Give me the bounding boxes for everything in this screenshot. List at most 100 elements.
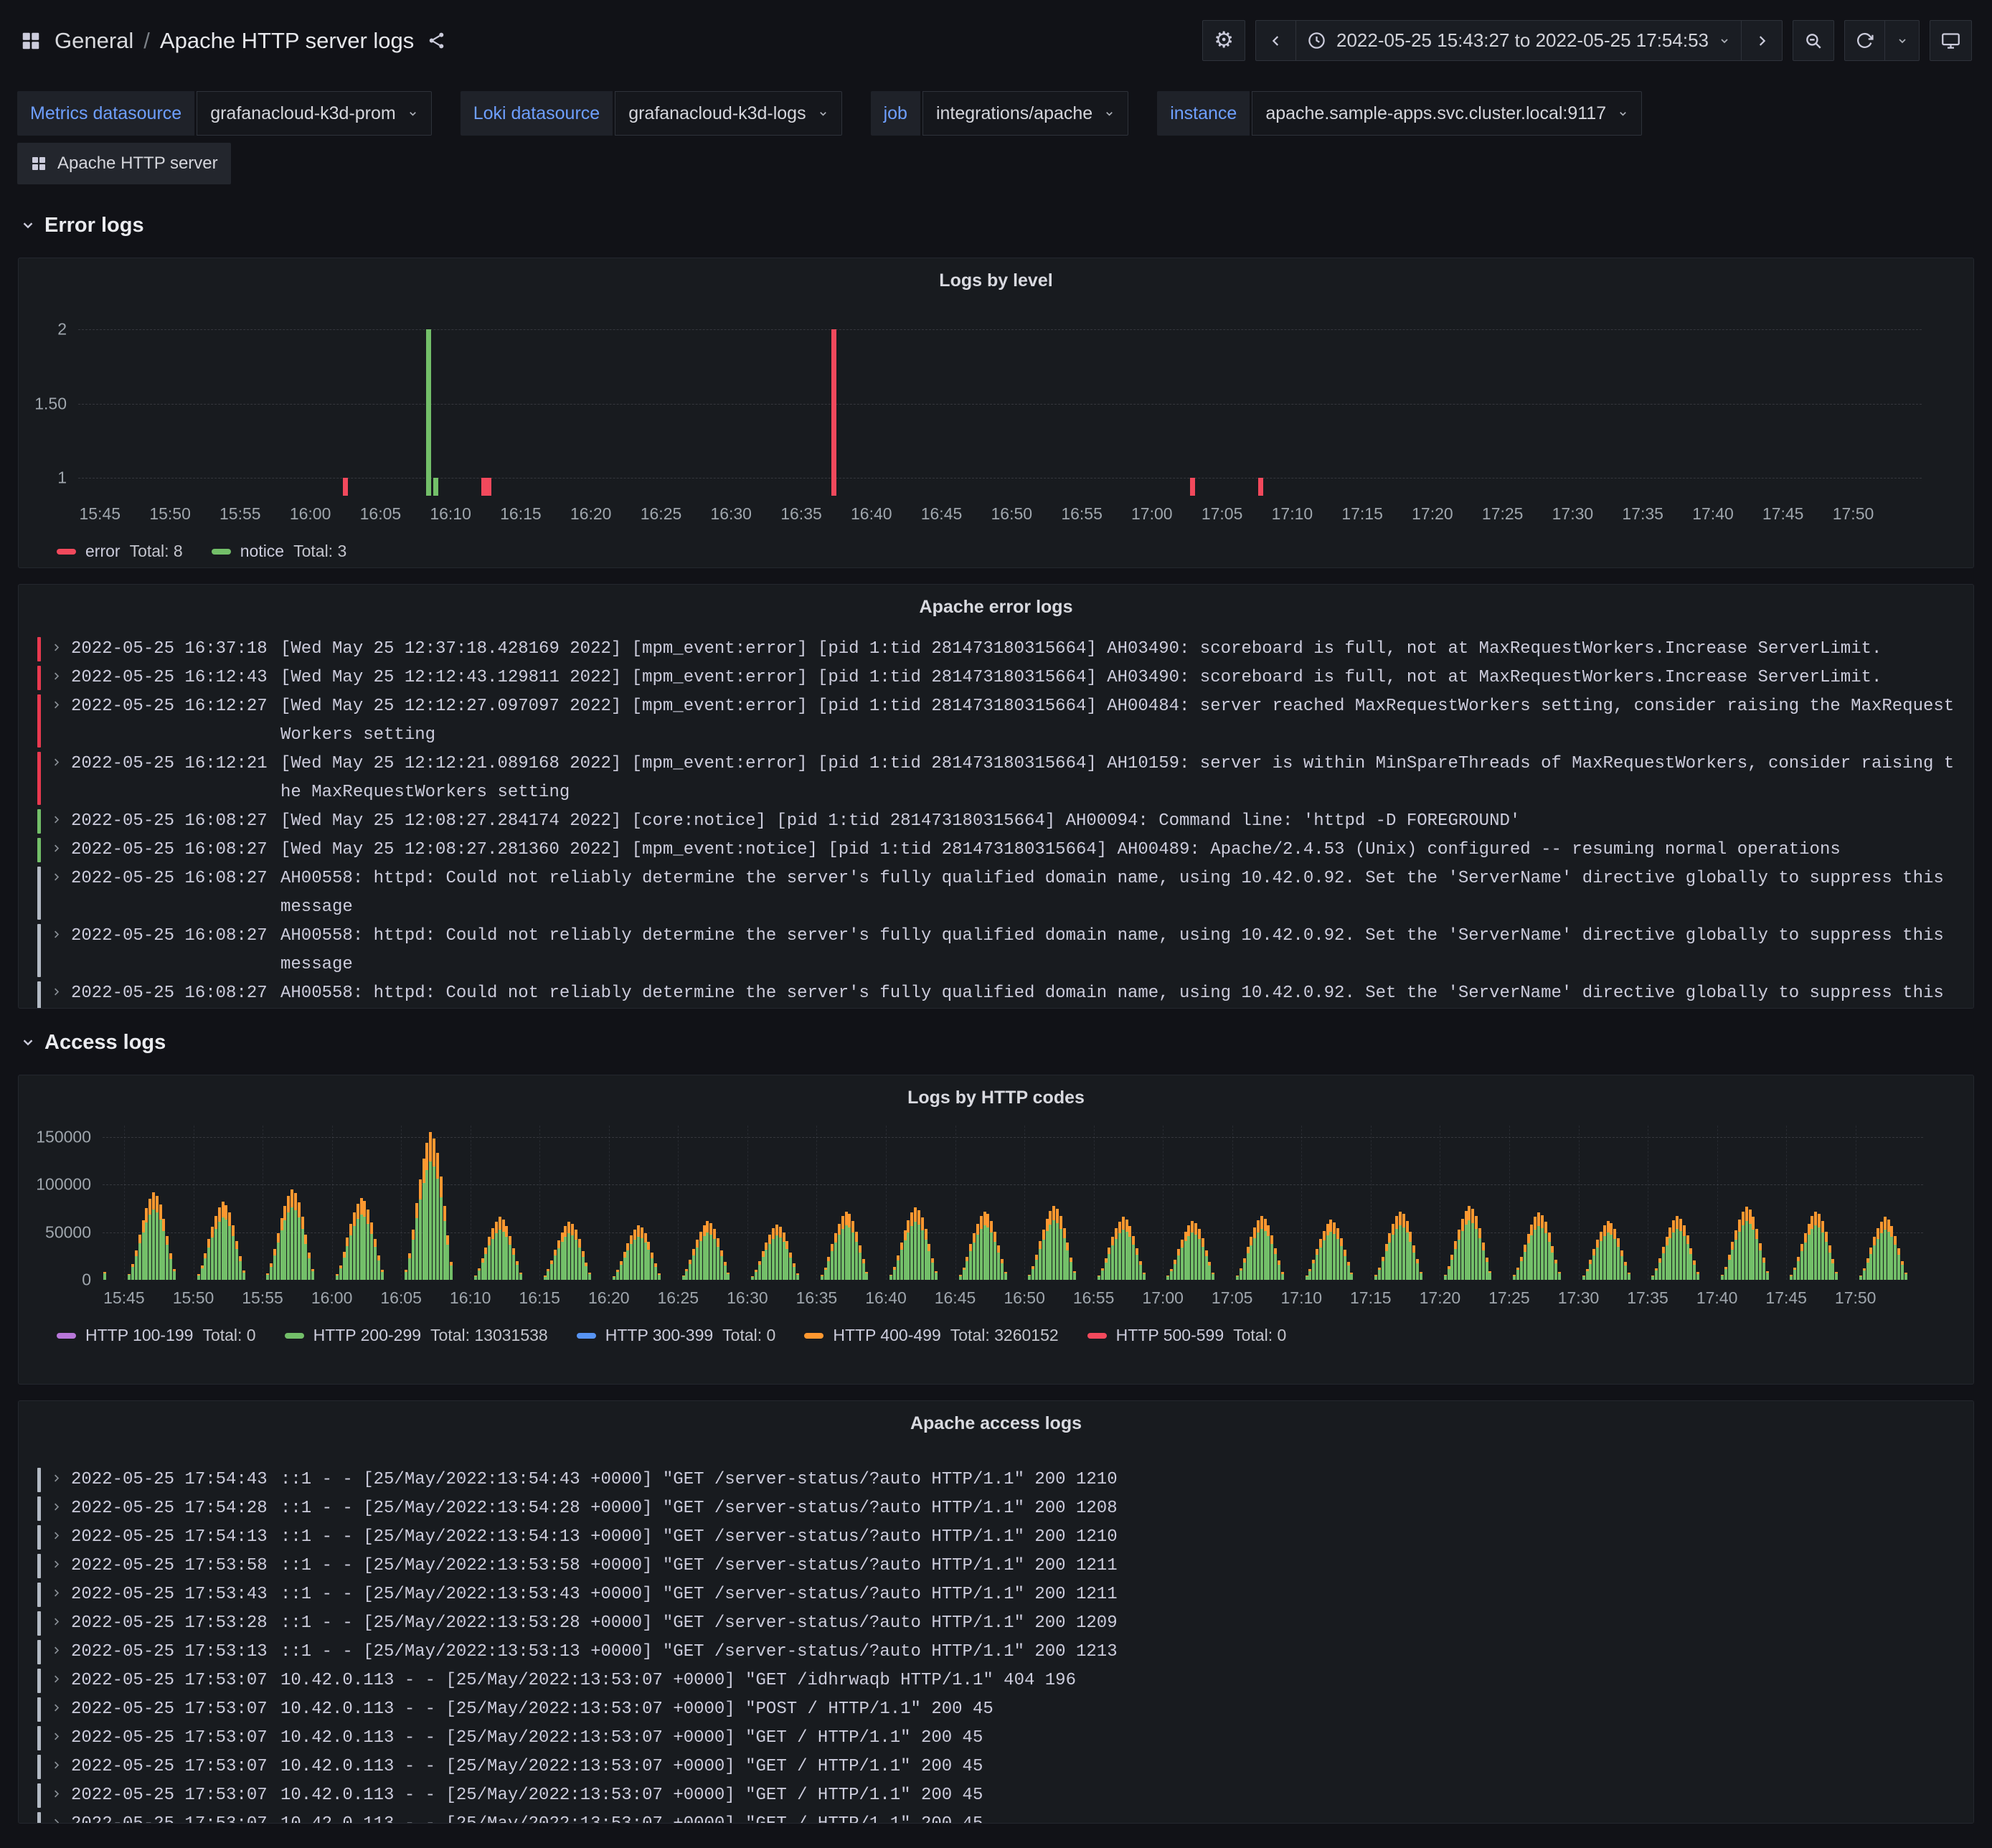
log-row[interactable]: 2022-05-25 16:08:27[Wed May 25 12:08:27.… [37,836,1959,864]
log-row[interactable]: 2022-05-25 17:54:13::1 - - [25/May/2022:… [37,1523,1959,1552]
dashboard-link-label: Apache HTTP server [57,154,218,174]
legend-item[interactable]: HTTP 500-599Total: 0 [1087,1326,1287,1345]
log-expand-icon[interactable] [41,750,71,807]
section-access-logs[interactable]: Access logs [0,1026,1992,1059]
log-row[interactable]: 2022-05-25 16:08:27[Wed May 25 12:08:27.… [37,807,1959,836]
chart-bar-2xx [211,1238,214,1280]
time-range-picker-button[interactable]: 2022-05-25 15:43:27 to 2022-05-25 17:54:… [1296,20,1742,61]
section-error-logs[interactable]: Error logs [0,209,1992,242]
filter-metrics-datasource-select[interactable]: grafanacloud-k3d-prom [197,91,431,136]
log-expand-icon[interactable] [41,1666,71,1695]
legend-item[interactable]: errorTotal: 8 [57,542,183,561]
chart-bar-2xx [1132,1245,1135,1280]
chart-bar-4xx [1721,1275,1724,1276]
chart-bar-4xx [152,1192,155,1210]
log-expand-icon[interactable] [41,1494,71,1523]
log-expand-icon[interactable] [41,1466,71,1494]
log-expand-icon[interactable] [41,979,71,1009]
filter-loki-datasource-select[interactable]: grafanacloud-k3d-logs [615,91,841,136]
chart-bar-4xx [353,1212,356,1226]
log-expand-icon[interactable] [41,1552,71,1580]
chart-bar-4xx [1734,1230,1737,1240]
chart-bar-2xx [1350,1274,1353,1280]
share-icon[interactable] [427,31,446,50]
chart-bar-2xx [1212,1274,1214,1280]
log-expand-icon[interactable] [41,1609,71,1638]
log-row[interactable]: 2022-05-25 17:53:0710.42.0.113 - - [25/M… [37,1666,1959,1695]
chart-bar-4xx [1046,1219,1049,1231]
log-expand-icon[interactable] [41,664,71,692]
refresh-interval-caret-button[interactable] [1885,20,1920,61]
chart-bar-4xx [159,1204,162,1220]
log-timestamp: 2022-05-25 17:53:58 [71,1552,280,1580]
chart-bar-4xx [1340,1238,1343,1247]
legend-item[interactable]: HTTP 400-499Total: 3260152 [804,1326,1058,1345]
time-range-forward-button[interactable] [1742,20,1783,61]
log-row[interactable]: 2022-05-25 17:53:43::1 - - [25/May/2022:… [37,1580,1959,1609]
breadcrumb-folder[interactable]: General [55,28,133,54]
chart-bar-4xx [1454,1241,1457,1249]
log-row[interactable]: 2022-05-25 16:37:18[Wed May 25 12:37:18.… [37,635,1959,664]
log-expand-icon[interactable] [41,1781,71,1810]
log-row[interactable]: 2022-05-25 16:08:27AH00558: httpd: Could… [37,864,1959,922]
legend-item[interactable]: HTTP 100-199Total: 0 [57,1326,256,1345]
chart-bar-4xx [1350,1273,1353,1274]
log-row[interactable]: 2022-05-25 17:54:43::1 - - [25/May/2022:… [37,1466,1959,1494]
dashboard-settings-button[interactable]: ⚙ [1202,20,1245,61]
log-expand-icon[interactable] [41,864,71,922]
chart-bar-2xx [450,1265,453,1280]
log-expand-icon[interactable] [41,1724,71,1753]
chart-bar-4xx [1738,1220,1741,1232]
log-expand-icon[interactable] [41,1638,71,1666]
log-expand-icon[interactable] [41,807,71,836]
kiosk-mode-button[interactable] [1930,20,1972,61]
chart-bar-2xx [1056,1223,1059,1281]
log-expand-icon[interactable] [41,1810,71,1824]
x-tick-label: 17:05 [1212,1288,1253,1308]
log-expand-icon[interactable] [41,692,71,750]
log-row[interactable]: 2022-05-25 17:53:13::1 - - [25/May/2022:… [37,1638,1959,1666]
legend-item[interactable]: HTTP 300-399Total: 0 [577,1326,776,1345]
log-expand-icon[interactable] [41,1695,71,1724]
log-row[interactable]: 2022-05-25 17:53:58::1 - - [25/May/2022:… [37,1552,1959,1580]
log-row[interactable]: 2022-05-25 17:53:0710.42.0.113 - - [25/M… [37,1695,1959,1724]
filter-job-select[interactable]: integrations/apache [922,91,1128,136]
y-tick-label: 1.50 [34,394,67,413]
filter-instance-select[interactable]: apache.sample-apps.svc.cluster.local:911… [1252,91,1642,136]
x-tick-label: 16:20 [570,504,612,524]
log-row[interactable]: 2022-05-25 17:53:0710.42.0.113 - - [25/M… [37,1753,1959,1781]
chart-bar-4xx [173,1269,176,1271]
log-expand-icon[interactable] [41,1580,71,1609]
chart-bar-2xx [654,1267,657,1280]
log-row[interactable]: 2022-05-25 17:53:0710.42.0.113 - - [25/M… [37,1810,1959,1824]
log-expand-icon[interactable] [41,1753,71,1781]
chart-bar-4xx [1187,1225,1190,1236]
filter-loki-datasource: Loki datasource grafanacloud-k3d-logs [461,91,842,136]
chart-bar-2xx [1662,1253,1665,1280]
log-expand-icon[interactable] [41,922,71,979]
log-expand-icon[interactable] [41,1523,71,1552]
chevron-down-icon [20,1034,36,1050]
log-row[interactable]: 2022-05-25 16:12:43[Wed May 25 12:12:43.… [37,664,1959,692]
log-row[interactable]: 2022-05-25 16:12:21[Wed May 25 12:12:21.… [37,750,1959,807]
chart-bar-4xx [935,1271,938,1273]
time-range-back-button[interactable] [1255,20,1296,61]
log-row[interactable]: 2022-05-25 16:08:27AH00558: httpd: Could… [37,922,1959,979]
log-row[interactable]: 2022-05-25 17:53:0710.42.0.113 - - [25/M… [37,1724,1959,1753]
log-row[interactable]: 2022-05-25 17:53:28::1 - - [25/May/2022:… [37,1609,1959,1638]
legend-item[interactable]: noticeTotal: 3 [212,542,347,561]
log-row[interactable]: 2022-05-25 17:53:0710.42.0.113 - - [25/M… [37,1781,1959,1810]
log-row[interactable]: 2022-05-25 16:12:27[Wed May 25 12:12:27.… [37,692,1959,750]
chart-bar-4xx [1884,1217,1887,1230]
log-expand-icon[interactable] [41,836,71,864]
chart-bar-2xx [298,1217,301,1280]
chart-bar-4xx [145,1208,148,1222]
log-row[interactable]: 2022-05-25 17:54:28::1 - - [25/May/2022:… [37,1494,1959,1523]
log-row[interactable]: 2022-05-25 16:08:27AH00558: httpd: Could… [37,979,1959,1009]
log-expand-icon[interactable] [41,635,71,664]
chart-legend: HTTP 100-199Total: 0 HTTP 200-299Total: 1… [57,1326,1973,1345]
dashboard-link-apache-http-server[interactable]: Apache HTTP server [17,143,231,184]
legend-item[interactable]: HTTP 200-299Total: 13031538 [285,1326,548,1345]
refresh-icon-button[interactable] [1844,20,1885,61]
zoom-out-button[interactable] [1793,20,1834,61]
